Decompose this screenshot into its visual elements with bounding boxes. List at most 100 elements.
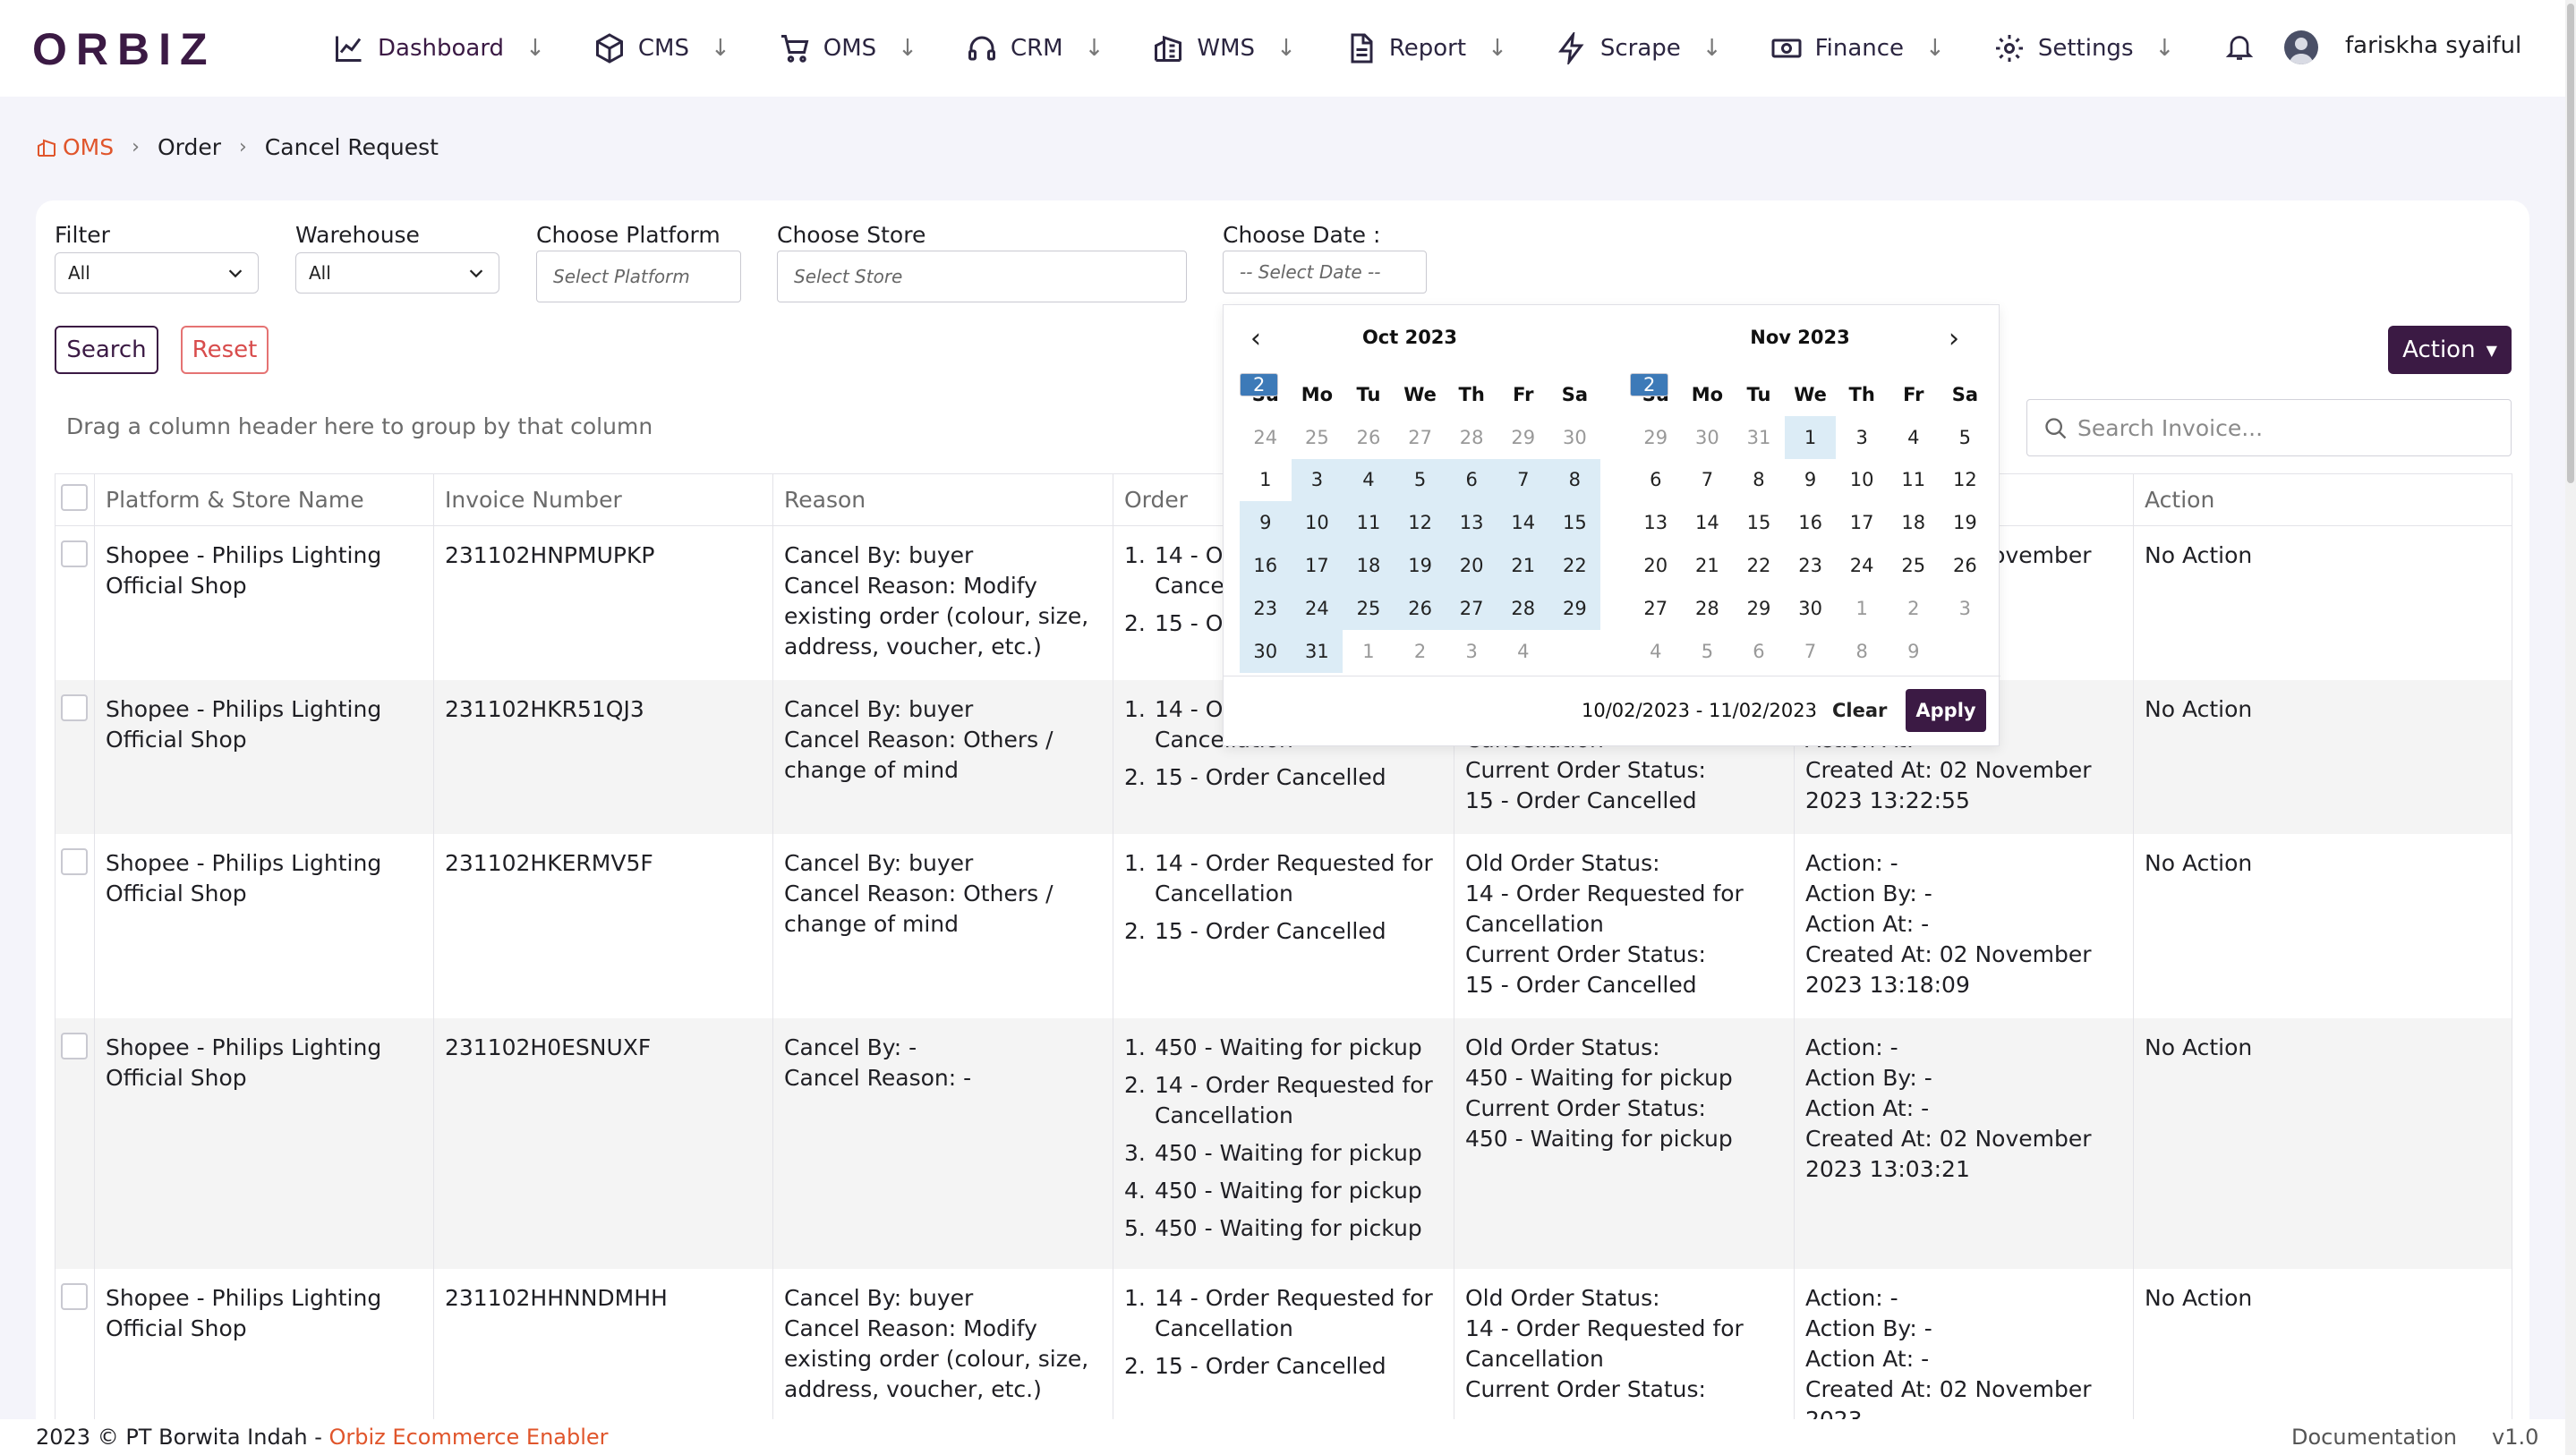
documentation-link[interactable]: Documentation: [2291, 1425, 2457, 1450]
calendar-day[interactable]: 30: [1549, 416, 1601, 459]
calendar-day[interactable]: 29: [1733, 587, 1785, 630]
calendar-day[interactable]: 10: [1291, 501, 1343, 545]
calendar-day[interactable]: 27: [1395, 416, 1446, 459]
row-checkbox[interactable]: [61, 848, 88, 875]
calendar-day[interactable]: 24: [1836, 544, 1888, 587]
calendar-day[interactable]: 18: [1343, 544, 1395, 587]
calendar-day[interactable]: 4: [1343, 458, 1395, 502]
calendar-day[interactable]: 4: [1630, 630, 1682, 673]
calendar-day[interactable]: 6: [1630, 459, 1682, 502]
calendar-day[interactable]: 7: [1785, 630, 1837, 673]
nav-item-finance[interactable]: Finance ↓: [1770, 32, 1945, 64]
calendar-day[interactable]: 20: [1630, 544, 1682, 587]
calendar-day[interactable]: 21: [1497, 544, 1549, 587]
calendar-day[interactable]: 8: [1733, 459, 1785, 502]
calendar-day[interactable]: 19: [1940, 501, 1992, 544]
calendar-day[interactable]: 13: [1446, 501, 1497, 545]
calendar-day[interactable]: 5: [1940, 416, 1992, 459]
clear-button[interactable]: Clear: [1832, 700, 1887, 721]
username[interactable]: fariskha syaiful: [2345, 32, 2521, 59]
calendar-day[interactable]: 15: [1733, 501, 1785, 544]
calendar-day[interactable]: 30: [1785, 587, 1837, 630]
calendar-day[interactable]: 31: [1733, 416, 1785, 459]
calendar-day[interactable]: 11: [1343, 501, 1395, 545]
scrollbar-thumb[interactable]: [2567, 4, 2574, 483]
calendar-day[interactable]: 10: [1836, 459, 1888, 502]
calendar-day[interactable]: 30: [1240, 629, 1292, 673]
calendar-day[interactable]: 8: [1836, 630, 1888, 673]
calendar-day[interactable]: 22: [1733, 544, 1785, 587]
next-month-button[interactable]: ›: [1949, 323, 1959, 354]
calendar-day[interactable]: 15: [1548, 501, 1601, 545]
calendar-day[interactable]: 29: [1630, 416, 1682, 459]
calendar-day[interactable]: 23: [1785, 544, 1837, 587]
calendar-day[interactable]: 6: [1446, 458, 1497, 502]
table-row[interactable]: Shopee - Philips Lighting Official Shop 2…: [55, 834, 2512, 1018]
calendar-day[interactable]: 23: [1240, 586, 1292, 630]
calendar-day[interactable]: 18: [1888, 501, 1940, 544]
nav-item-crm[interactable]: CRM ↓: [966, 32, 1104, 64]
calendar-day[interactable]: 26: [1343, 416, 1395, 459]
nav-item-report[interactable]: Report ↓: [1344, 32, 1507, 64]
calendar-day[interactable]: 28: [1682, 587, 1734, 630]
apply-button[interactable]: Apply: [1906, 689, 1986, 732]
calendar-day[interactable]: 25: [1888, 544, 1940, 587]
nav-item-scrape[interactable]: Scrape ↓: [1556, 32, 1722, 64]
calendar-day[interactable]: 26: [1394, 586, 1446, 630]
nav-item-settings[interactable]: Settings ↓: [1993, 32, 2174, 64]
calendar-day[interactable]: 30: [1682, 416, 1734, 459]
row-checkbox[interactable]: [61, 540, 88, 567]
calendar-day[interactable]: 8: [1548, 458, 1601, 502]
footer-brand-link[interactable]: Orbiz Ecommerce Enabler: [329, 1425, 609, 1450]
calendar-day[interactable]: 25: [1292, 416, 1343, 459]
search-button[interactable]: Search: [55, 326, 158, 374]
calendar-day[interactable]: 25: [1343, 586, 1395, 630]
date-input[interactable]: -- Select Date --: [1223, 251, 1427, 294]
calendar-day[interactable]: 1: [1240, 459, 1292, 502]
calendar-day[interactable]: 2: [1888, 587, 1940, 630]
calendar-day[interactable]: 28: [1446, 416, 1497, 459]
breadcrumb-oms[interactable]: OMS: [36, 134, 114, 160]
calendar-day[interactable]: 17: [1836, 501, 1888, 544]
calendar-day[interactable]: 1: [1343, 630, 1395, 673]
warehouse-select[interactable]: All: [295, 252, 499, 294]
nav-item-dashboard[interactable]: Dashboard ↓: [333, 32, 545, 64]
col-header-reason[interactable]: Reason: [772, 473, 1113, 526]
calendar-day[interactable]: 2: [1630, 373, 1669, 396]
orbiz-logo[interactable]: ORBIZ: [32, 24, 217, 74]
calendar-day[interactable]: 17: [1291, 544, 1343, 587]
col-header-invoice[interactable]: Invoice Number: [433, 473, 773, 526]
search-invoice-input[interactable]: Search Invoice...: [2026, 399, 2512, 456]
calendar-day[interactable]: 14: [1497, 501, 1549, 545]
calendar-day[interactable]: 27: [1630, 587, 1682, 630]
calendar-day[interactable]: 21: [1682, 544, 1734, 587]
calendar-day[interactable]: 1: [1784, 415, 1837, 459]
calendar-day[interactable]: 9: [1785, 459, 1837, 502]
calendar-day[interactable]: 20: [1446, 544, 1497, 587]
calendar-day[interactable]: 5: [1682, 630, 1734, 673]
calendar-day[interactable]: 3: [1291, 458, 1343, 502]
calendar-day[interactable]: 7: [1682, 459, 1734, 502]
col-header-action[interactable]: Action: [2133, 473, 2512, 526]
action-button[interactable]: Action ▼: [2388, 326, 2512, 374]
store-select[interactable]: Select Store: [777, 251, 1187, 302]
calendar-day[interactable]: 5: [1394, 458, 1446, 502]
calendar-day[interactable]: 1: [1836, 587, 1888, 630]
nav-item-wms[interactable]: WMS ↓: [1152, 32, 1296, 64]
row-checkbox[interactable]: [61, 1283, 88, 1310]
calendar-day[interactable]: 19: [1394, 544, 1446, 587]
calendar-day[interactable]: 6: [1733, 630, 1785, 673]
calendar-day[interactable]: 27: [1446, 586, 1497, 630]
col-header-store[interactable]: Platform & Store Name: [94, 473, 434, 526]
breadcrumb-order[interactable]: Order: [158, 134, 221, 160]
calendar-day[interactable]: 2: [1395, 630, 1446, 673]
calendar-day[interactable]: 4: [1888, 416, 1940, 459]
calendar-day[interactable]: 29: [1548, 586, 1601, 630]
filter-select[interactable]: All: [55, 252, 259, 294]
calendar-day[interactable]: 4: [1497, 630, 1549, 673]
calendar-day[interactable]: 3: [1836, 416, 1888, 459]
table-row[interactable]: Shopee - Philips Lighting Official Shop 2…: [55, 1018, 2512, 1269]
calendar-day[interactable]: 2: [1240, 373, 1279, 396]
calendar-day[interactable]: 7: [1497, 458, 1549, 502]
calendar-day[interactable]: 9: [1240, 501, 1292, 545]
